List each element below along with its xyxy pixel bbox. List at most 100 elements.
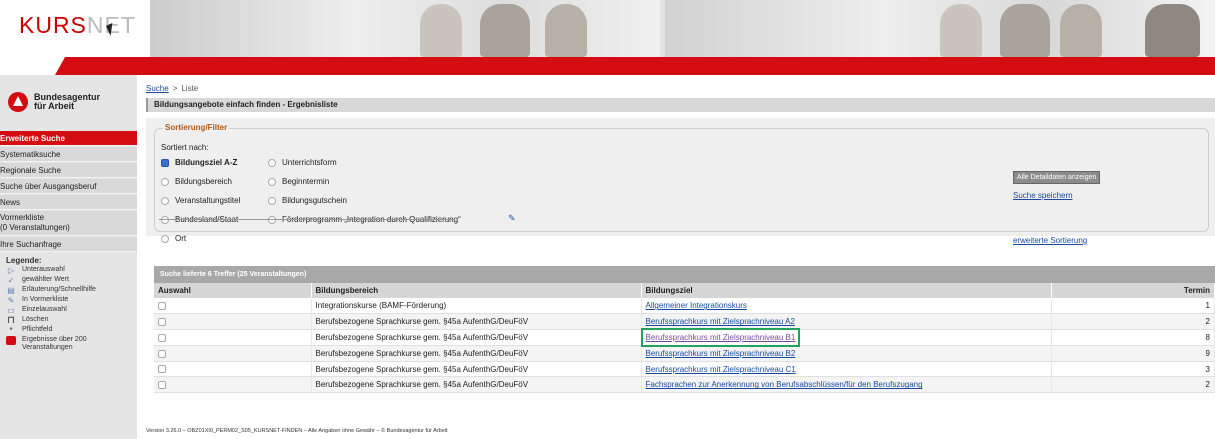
option-label: Veranstaltungstitel <box>175 196 241 205</box>
results-title: Suche lieferte 6 Treffer (25 Veranstaltu… <box>154 266 1215 283</box>
bildungsziel-link[interactable]: Allgemeiner Integrationskurs <box>646 301 747 310</box>
cell-termin: 1 <box>1051 298 1215 315</box>
extended-sort-link[interactable]: erweiterte Sortierung <box>1013 236 1087 245</box>
cell-bildungsbereich: Berufsbezogene Sprachkurse gem. §45a Auf… <box>311 313 642 331</box>
cell-termin: 2 <box>1051 376 1215 394</box>
breadcrumb-link-suche[interactable]: Suche <box>146 84 169 93</box>
row-checkbox[interactable] <box>158 381 166 390</box>
col-auswahl[interactable]: Auswahl <box>154 283 312 298</box>
breadcrumb: Suche > Liste <box>146 84 198 93</box>
cell-bildungsbereich: Berufsbezogene Sprachkurse gem. §45a Auf… <box>311 376 642 394</box>
nav-news[interactable]: News <box>0 195 137 210</box>
option-label: Bildungsgutschein <box>282 196 347 205</box>
sort-option-unterrichtsform[interactable]: Unterrichtsform <box>268 158 337 167</box>
row-checkbox[interactable] <box>158 318 166 327</box>
cell-termin: 8 <box>1051 329 1215 346</box>
header-red-bar <box>55 57 1215 75</box>
option-label: Beginntermin <box>282 177 330 186</box>
legend-label: In Vormerkliste <box>22 296 69 303</box>
save-search-link[interactable]: Suche speichern <box>1013 191 1073 200</box>
fieldset-legend: Sortierung/Filter <box>163 123 230 132</box>
row-checkbox[interactable] <box>158 349 166 358</box>
col-termin[interactable]: Termin <box>1051 283 1215 298</box>
nav-vormerkliste[interactable]: Vormerkliste (0 Veranstaltungen) <box>0 211 137 236</box>
legend-label: gewählter Wert <box>22 276 69 283</box>
legend-label: Ergebnisse über 200 Veranstaltungen <box>22 336 87 351</box>
logo-kurs: KURS <box>19 12 87 38</box>
sort-option-bildungsgutschein[interactable]: Bildungsgutschein <box>268 196 347 205</box>
legend-label: Löschen <box>22 316 49 323</box>
filter-panel: Sortierung/Filter Sortiert nach: Bildung… <box>146 118 1215 245</box>
col-bildungsziel[interactable]: Bildungsziel <box>641 283 1052 298</box>
kursnet-logo[interactable]: KURSNET <box>0 0 150 57</box>
cell-termin: 2 <box>1051 313 1215 331</box>
legend: Legende: ▷ Unterauswahl ✓ gewählter Wert ▤… <box>6 256 136 353</box>
results-panel: Suche lieferte 6 Treffer (25 Veranstaltu… <box>154 266 1215 394</box>
table-row: Berufsbezogene Sprachkurse gem. §45a Auf… <box>154 376 1215 394</box>
cell-termin: 3 <box>1051 361 1215 378</box>
nav-systematiksuche[interactable]: Systematiksuche <box>0 147 137 162</box>
table-header-row: Auswahl Bildungsbereich Bildungsziel Ter… <box>154 283 1215 298</box>
row-checkbox[interactable] <box>158 302 166 311</box>
option-label: Unterrichtsform <box>282 158 337 167</box>
sort-option-ort[interactable]: Ort <box>161 234 186 243</box>
sort-option-bildungsbereich[interactable]: Bildungsbereich <box>161 177 232 186</box>
row-checkbox[interactable] <box>158 333 166 342</box>
bildungsziel-link-highlighted[interactable]: Berufssprachkurs mit Zielsprachniveau B1 <box>640 327 801 347</box>
sort-option-veranstaltungstitel[interactable]: Veranstaltungstitel <box>161 196 240 205</box>
sort-filter-fieldset: Sortierung/Filter Sortiert nach: Bildung… <box>154 123 1209 245</box>
legend-label: Pflichtfeld <box>22 326 53 333</box>
stack-icon <box>6 336 16 345</box>
ba-logo[interactable]: Bundesagentur für Arbeit <box>8 92 100 112</box>
vormerkliste-label: Vormerkliste <box>0 213 45 222</box>
breadcrumb-separator: > <box>172 84 178 93</box>
required-icon: * <box>9 325 13 335</box>
table-row: Berufsbezogene Sprachkurse gem. §45a Auf… <box>154 327 1215 347</box>
legend-label: Unterauswahl <box>22 266 65 273</box>
nav-regionale-suche[interactable]: Regionale Suche <box>0 163 137 178</box>
cell-bildungsbereich: Berufsbezogene Sprachkurse gem. §45a Auf… <box>311 329 642 346</box>
sort-option-bildungsziel[interactable]: Bildungsziel A-Z <box>161 158 237 167</box>
ba-logo-icon <box>8 92 28 112</box>
cell-termin: 9 <box>1051 345 1215 362</box>
legend-title: Legende: <box>6 256 42 265</box>
pencil-icon[interactable]: ✎ <box>508 213 516 224</box>
radio-icon <box>161 196 169 205</box>
main-content: Suche > Liste Bildungsangebote einfach fin… <box>146 75 1215 439</box>
nav-suche-ausgangsberuf[interactable]: Suche über Ausgangsberuf <box>0 179 137 194</box>
results-table: Auswahl Bildungsbereich Bildungsziel Ter… <box>154 283 1215 394</box>
page-title: Bildungsangebote einfach finden - Ergebn… <box>146 98 1215 112</box>
bildungsziel-link[interactable]: Berufssprachkurs mit Zielsprachniveau B2 <box>646 349 796 358</box>
sort-option-beginntermin[interactable]: Beginntermin <box>268 177 329 186</box>
header-banner <box>150 0 1215 57</box>
bildungsziel-link[interactable]: Berufssprachkurs mit Zielsprachniveau C1 <box>646 365 796 374</box>
table-row: Berufsbezogene Sprachkurse gem. §45a Auf… <box>154 345 1215 362</box>
breadcrumb-current: Liste <box>181 84 199 93</box>
show-all-details-button[interactable]: Alle Detaildaten anzeigen <box>1013 171 1101 184</box>
document-icon: ▭ <box>7 305 15 315</box>
footer: Version 3.26.0 – OBZ01XI0_PERM02_S05_KUR… <box>146 428 448 434</box>
option-label: Bildungsbereich <box>175 177 232 186</box>
trash-icon: ⊓ <box>7 314 15 326</box>
nav-erweiterte-suche[interactable]: Erweiterte Suche <box>0 131 137 146</box>
info-icon: ▤ <box>7 285 15 295</box>
table-row: Berufsbezogene Sprachkurse gem. §45a Auf… <box>154 361 1215 378</box>
bildungsziel-link[interactable]: Fachsprachen zur Anerkennung von Berufsa… <box>646 380 923 389</box>
option-label: Ort <box>175 234 187 243</box>
sidebar: Bundesagentur für Arbeit Erweiterte Suche… <box>0 75 137 439</box>
col-bildungsbereich[interactable]: Bildungsbereich <box>311 283 642 298</box>
bildungsziel-link[interactable]: Berufssprachkurs mit Zielsprachniveau A2 <box>646 317 795 326</box>
table-row: Integrationskurse (BAMF-Förderung) Allge… <box>154 298 1215 315</box>
arrow-icon: ▷ <box>7 265 15 275</box>
bookmark-icon: ✎ <box>7 295 15 305</box>
legend-label: Einzelauswahl <box>22 306 67 313</box>
row-checkbox[interactable] <box>158 365 166 374</box>
radio-icon <box>161 234 169 243</box>
radio-icon <box>268 196 276 205</box>
nav-ihre-suchanfrage[interactable]: Ihre Suchanfrage <box>0 237 137 252</box>
cell-bildungsbereich: Integrationskurse (BAMF-Förderung) <box>311 298 642 315</box>
radio-icon <box>161 177 169 186</box>
checkmark-icon: ✓ <box>7 275 15 285</box>
option-label: Bildungsziel A-Z <box>175 158 238 167</box>
cell-bildungsbereich: Berufsbezogene Sprachkurse gem. §45a Auf… <box>311 345 642 362</box>
